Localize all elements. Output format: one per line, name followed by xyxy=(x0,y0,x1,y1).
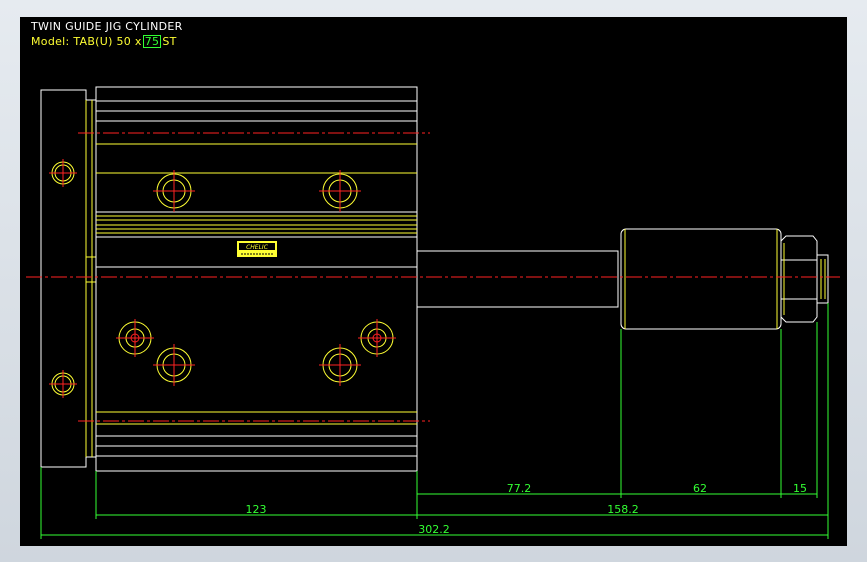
logo-plate: CHELIC xyxy=(237,241,277,257)
dim-nut: 15 xyxy=(793,482,807,495)
cylinder-drawing: CHELIC 123 77.2 62 15 158.2 302.2 xyxy=(26,86,840,539)
dim-rod-end: 62 xyxy=(693,482,707,495)
logo-text: CHELIC xyxy=(246,244,269,251)
dim-rod-extension: 77.2 xyxy=(507,482,532,495)
body-groove-inner xyxy=(96,215,417,234)
guide-rod-lines xyxy=(96,143,417,425)
piston-rod xyxy=(416,250,619,308)
nut-thread xyxy=(783,243,826,315)
dim-body-width: 123 xyxy=(246,503,267,516)
cad-viewport[interactable]: TWIN GUIDE JIG CYLINDER Model: TAB(U) 50… xyxy=(20,17,847,546)
dim-stroke-total: 158.2 xyxy=(607,503,639,516)
end-plate-details xyxy=(85,100,97,457)
hole-centers xyxy=(49,159,396,398)
end-plate xyxy=(40,89,96,468)
rod-end-chamfer xyxy=(624,229,778,329)
dim-overall: 302.2 xyxy=(418,523,450,536)
centerlines xyxy=(26,132,840,422)
rod-end xyxy=(620,228,782,330)
cylinder-body xyxy=(95,86,418,472)
mounting-holes xyxy=(51,161,394,396)
